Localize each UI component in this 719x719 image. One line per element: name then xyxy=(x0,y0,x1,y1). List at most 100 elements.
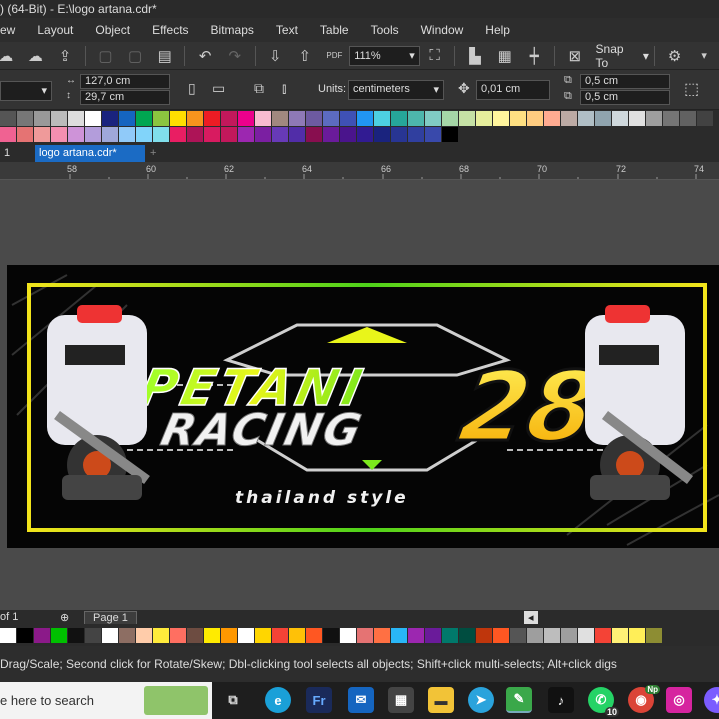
color-swatch[interactable] xyxy=(595,111,611,126)
color-swatch[interactable] xyxy=(578,628,594,643)
color-swatch[interactable] xyxy=(85,628,101,643)
color-swatch[interactable] xyxy=(612,628,628,643)
undo-icon[interactable]: ↶ xyxy=(195,45,215,67)
color-swatch[interactable] xyxy=(476,111,492,126)
units-dropdown[interactable]: centimeters ▾ xyxy=(348,80,444,100)
color-swatch[interactable] xyxy=(697,111,713,126)
color-swatch[interactable] xyxy=(119,127,135,142)
color-swatch[interactable] xyxy=(493,111,509,126)
color-swatch[interactable] xyxy=(187,628,203,643)
color-swatch[interactable] xyxy=(221,628,237,643)
menu-table[interactable]: Table xyxy=(309,23,360,37)
color-swatch[interactable] xyxy=(0,127,16,142)
color-swatch[interactable] xyxy=(68,628,84,643)
color-swatch[interactable] xyxy=(221,127,237,142)
page-frame-icon[interactable]: ⬚ xyxy=(684,79,699,99)
color-swatch[interactable] xyxy=(17,628,33,643)
guidelines-icon[interactable]: ┿ xyxy=(524,45,544,67)
upload-icon[interactable]: ⇪ xyxy=(55,45,75,67)
color-swatch[interactable] xyxy=(119,111,135,126)
color-swatch[interactable] xyxy=(527,111,543,126)
menu-window[interactable]: Window xyxy=(410,23,475,37)
page-1-tab[interactable]: Page 1 xyxy=(84,611,137,624)
color-swatch[interactable] xyxy=(612,111,628,126)
coreldraw-icon[interactable]: ✎ xyxy=(506,687,532,713)
color-swatch[interactable] xyxy=(51,628,67,643)
taskbar-search-box[interactable]: e here to search xyxy=(0,682,212,719)
all-pages-icon[interactable]: ⧉ xyxy=(254,80,264,97)
color-swatch[interactable] xyxy=(51,111,67,126)
menu-layout[interactable]: Layout xyxy=(26,23,84,37)
color-swatch[interactable] xyxy=(391,628,407,643)
color-swatch[interactable] xyxy=(272,111,288,126)
color-swatch[interactable] xyxy=(544,628,560,643)
color-swatch[interactable] xyxy=(51,127,67,142)
rulers-icon[interactable]: ▙ xyxy=(465,45,485,67)
color-swatch[interactable] xyxy=(510,111,526,126)
tiktok-icon[interactable]: ♪ xyxy=(548,687,574,713)
color-swatch[interactable] xyxy=(34,111,50,126)
color-swatch[interactable] xyxy=(68,127,84,142)
color-swatch[interactable] xyxy=(561,628,577,643)
whatsapp-icon[interactable]: ✆ 10 xyxy=(588,687,619,717)
color-swatch[interactable] xyxy=(34,628,50,643)
horizontal-ruler[interactable]: 58 60 62 64 66 68 70 72 74 xyxy=(0,162,719,180)
chrome-icon[interactable]: ◉ Np xyxy=(628,685,660,713)
color-swatch[interactable] xyxy=(391,111,407,126)
color-swatch[interactable] xyxy=(510,628,526,643)
color-swatch[interactable] xyxy=(68,111,84,126)
color-swatch[interactable] xyxy=(323,628,339,643)
color-swatch[interactable] xyxy=(0,628,16,643)
portrait-icon[interactable]: ▯ xyxy=(188,80,196,97)
color-swatch[interactable] xyxy=(646,628,662,643)
color-swatch[interactable] xyxy=(153,628,169,643)
page-height-field[interactable]: 29,7 cm xyxy=(80,90,170,105)
color-swatch[interactable] xyxy=(272,127,288,142)
color-swatch[interactable] xyxy=(102,628,118,643)
color-swatch[interactable] xyxy=(527,628,543,643)
menu-view[interactable]: ew xyxy=(0,23,26,37)
color-swatch[interactable] xyxy=(374,628,390,643)
task-view-icon[interactable]: ⧉ xyxy=(220,687,246,713)
color-swatch[interactable] xyxy=(204,127,220,142)
color-swatch[interactable] xyxy=(289,127,305,142)
color-swatch[interactable] xyxy=(170,127,186,142)
color-swatch[interactable] xyxy=(408,111,424,126)
color-swatch[interactable] xyxy=(170,111,186,126)
color-swatch[interactable] xyxy=(238,111,254,126)
add-page-icon[interactable]: ⊕ xyxy=(60,611,69,624)
add-tab-button[interactable]: + xyxy=(146,145,160,162)
color-swatch[interactable] xyxy=(85,127,101,142)
color-swatch[interactable] xyxy=(646,111,662,126)
menu-effects[interactable]: Effects xyxy=(141,23,199,37)
color-swatch[interactable] xyxy=(459,628,475,643)
color-swatch[interactable] xyxy=(357,111,373,126)
grid-icon[interactable]: ▦ xyxy=(495,45,515,67)
color-swatch[interactable] xyxy=(323,127,339,142)
color-swatch[interactable] xyxy=(476,628,492,643)
duplicate-y-field[interactable]: 0,5 cm xyxy=(580,90,670,105)
color-swatch[interactable] xyxy=(425,628,441,643)
color-swatch[interactable] xyxy=(221,111,237,126)
page-width-field[interactable]: 127,0 cm xyxy=(80,74,170,89)
instagram-icon[interactable]: ◎ xyxy=(666,687,692,713)
color-swatch[interactable] xyxy=(391,127,407,142)
color-swatch[interactable] xyxy=(442,127,458,142)
logo-artwork[interactable]: PETANI RACING 28 thailand style xyxy=(7,265,719,548)
snap-off-icon[interactable]: ⊠ xyxy=(565,45,585,67)
zoom-level-dropdown[interactable]: 111% ▾ xyxy=(349,45,420,66)
preset-dropdown[interactable]: ▾ xyxy=(0,81,52,101)
color-swatch[interactable] xyxy=(323,111,339,126)
export-icon[interactable]: ⇧ xyxy=(295,45,315,67)
paste-icon[interactable]: ▤ xyxy=(155,45,175,67)
color-swatch[interactable] xyxy=(119,628,135,643)
color-swatch[interactable] xyxy=(238,628,254,643)
color-swatch[interactable] xyxy=(442,628,458,643)
mail-icon[interactable]: ✉ xyxy=(348,687,374,713)
color-swatch[interactable] xyxy=(255,628,271,643)
color-swatch[interactable] xyxy=(663,111,679,126)
menu-text[interactable]: Text xyxy=(265,23,309,37)
color-swatch[interactable] xyxy=(204,111,220,126)
color-swatch[interactable] xyxy=(102,111,118,126)
color-swatch[interactable] xyxy=(544,111,560,126)
